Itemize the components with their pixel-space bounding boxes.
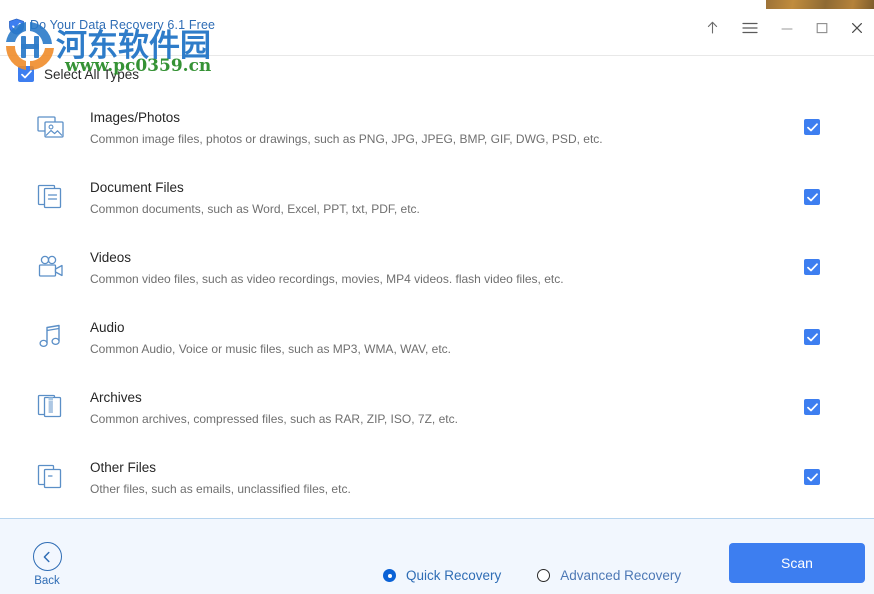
file-type-title: Other Files bbox=[90, 459, 157, 475]
minimize-icon[interactable] bbox=[769, 9, 804, 46]
radio-quick-recovery[interactable]: Quick Recovery bbox=[383, 568, 501, 583]
app-window: Do Your Data Recovery 6.1 Free 河东软件园 www… bbox=[0, 0, 874, 594]
file-type-checkbox-wrap bbox=[800, 119, 824, 135]
archive-zip-icon bbox=[34, 390, 68, 424]
recovery-mode-group: Quick Recovery Advanced Recovery bbox=[383, 568, 681, 583]
file-type-row-archives[interactable]: Archives Common archives, compressed fil… bbox=[0, 372, 874, 442]
menu-icon[interactable] bbox=[732, 9, 767, 46]
desktop-background-left bbox=[0, 0, 766, 9]
file-type-checkbox-wrap bbox=[800, 329, 824, 345]
desktop-background-strip bbox=[766, 0, 874, 9]
file-type-checkbox-wrap bbox=[800, 189, 824, 205]
file-type-description: Common Audio, Voice or music files, such… bbox=[90, 341, 452, 356]
music-note-icon bbox=[34, 320, 68, 354]
file-type-text-audio: Audio Common Audio, Voice or music files… bbox=[68, 318, 800, 357]
app-shield-icon bbox=[8, 18, 25, 35]
file-type-row-videos[interactable]: Videos Common video files, such as video… bbox=[0, 232, 874, 302]
scan-button[interactable]: Scan bbox=[729, 543, 865, 583]
file-type-text-videos: Videos Common video files, such as video… bbox=[68, 248, 800, 287]
radio-quick-recovery-label: Quick Recovery bbox=[406, 568, 502, 583]
title-bar-divider bbox=[0, 55, 874, 56]
chevron-left-icon bbox=[32, 542, 62, 571]
file-type-title: Archives bbox=[90, 389, 142, 405]
image-photo-icon bbox=[34, 110, 68, 144]
file-type-description: Common archives, compressed files, such … bbox=[90, 411, 458, 426]
radio-advanced-recovery-dot[interactable] bbox=[537, 569, 551, 582]
document-file-icon bbox=[34, 180, 68, 214]
title-bar: Do Your Data Recovery 6.1 Free bbox=[0, 9, 874, 56]
select-all-checkbox[interactable] bbox=[18, 66, 34, 82]
file-type-text-archives: Archives Common archives, compressed fil… bbox=[68, 388, 800, 427]
file-type-text-images: Images/Photos Common image files, photos… bbox=[68, 108, 800, 147]
file-type-description: Common documents, such as Word, Excel, P… bbox=[90, 201, 420, 216]
radio-advanced-recovery-label: Advanced Recovery bbox=[560, 568, 682, 583]
file-type-description: Common image files, photos or drawings, … bbox=[90, 131, 603, 146]
file-type-checkbox-videos[interactable] bbox=[804, 259, 820, 275]
file-type-title: Audio bbox=[90, 319, 125, 335]
file-type-row-other[interactable]: Other Files Other files, such as emails,… bbox=[0, 442, 874, 512]
window-controls bbox=[695, 9, 874, 46]
file-type-checkbox-archives[interactable] bbox=[804, 399, 820, 415]
window-title: Do Your Data Recovery 6.1 Free bbox=[30, 18, 216, 32]
other-files-icon bbox=[34, 460, 68, 494]
radio-advanced-recovery[interactable]: Advanced Recovery bbox=[537, 568, 681, 583]
select-all-types-row[interactable]: Select All Types bbox=[18, 66, 139, 82]
file-type-checkbox-audio[interactable] bbox=[804, 329, 820, 345]
file-type-text-other: Other Files Other files, such as emails,… bbox=[68, 458, 800, 497]
file-type-title: Images/Photos bbox=[90, 109, 181, 125]
file-type-checkbox-wrap bbox=[800, 259, 824, 275]
file-type-row-audio[interactable]: Audio Common Audio, Voice or music files… bbox=[0, 302, 874, 372]
file-type-checkbox-documents[interactable] bbox=[804, 189, 820, 205]
upgrade-arrow-icon[interactable] bbox=[695, 9, 730, 46]
file-type-title: Document Files bbox=[90, 179, 184, 195]
file-type-checkbox-wrap bbox=[800, 399, 824, 415]
file-type-text-documents: Document Files Common documents, such as… bbox=[68, 178, 800, 217]
video-camera-icon bbox=[34, 250, 68, 284]
file-type-title: Videos bbox=[90, 249, 132, 265]
back-button-label: Back bbox=[34, 575, 60, 587]
file-type-row-images[interactable]: Images/Photos Common image files, photos… bbox=[0, 92, 874, 162]
back-button[interactable]: Back bbox=[30, 542, 64, 588]
radio-quick-recovery-dot[interactable] bbox=[383, 569, 396, 582]
file-type-description: Other files, such as emails, unclassifie… bbox=[90, 481, 351, 496]
file-type-list: Images/Photos Common image files, photos… bbox=[0, 92, 874, 518]
file-type-checkbox-other[interactable] bbox=[804, 469, 820, 485]
file-type-checkbox-images[interactable] bbox=[804, 119, 820, 135]
maximize-icon[interactable] bbox=[804, 9, 839, 46]
select-all-types-label: Select All Types bbox=[44, 66, 140, 82]
file-type-description: Common video files, such as video record… bbox=[90, 271, 564, 286]
file-type-checkbox-wrap bbox=[800, 469, 824, 485]
file-type-row-documents[interactable]: Document Files Common documents, such as… bbox=[0, 162, 874, 232]
close-icon[interactable] bbox=[839, 9, 874, 46]
